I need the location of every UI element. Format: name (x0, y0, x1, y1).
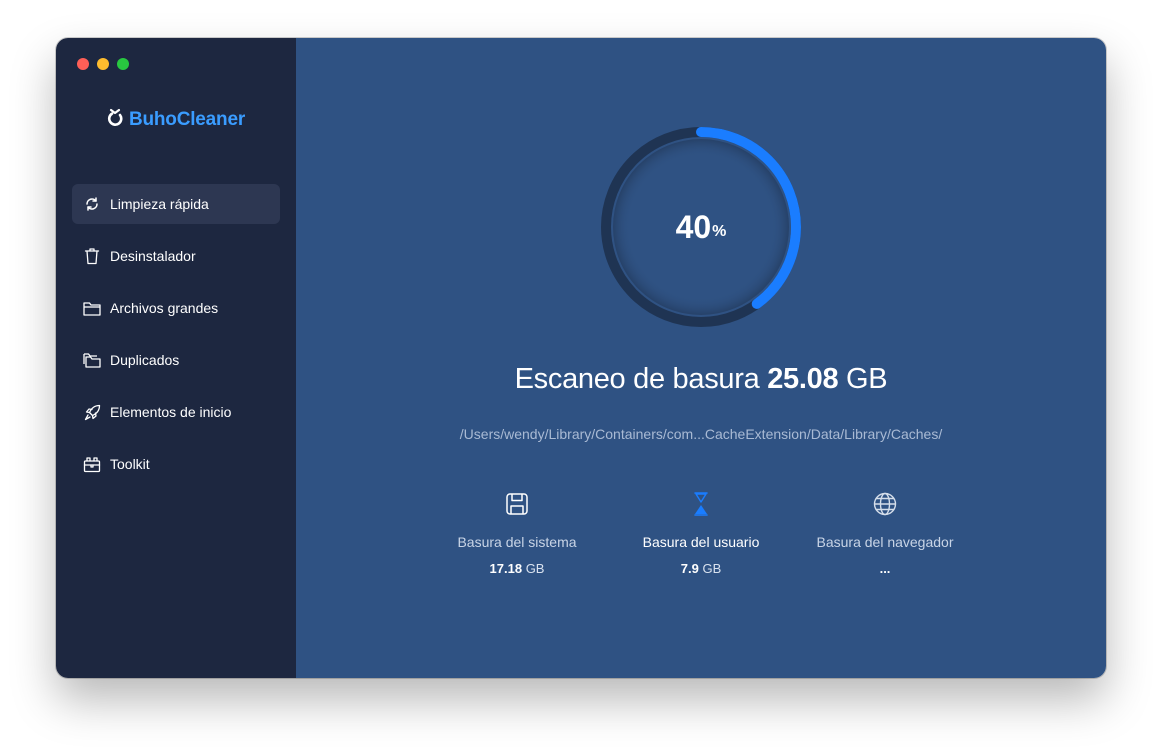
category-size-value: ... (879, 561, 891, 576)
sidebar-item-label: Limpieza rápida (110, 196, 209, 212)
category-size-unit: GB (702, 561, 722, 576)
category-size: 17.18 GB (422, 561, 612, 576)
owl-logo-icon (107, 108, 123, 131)
sidebar-item-label: Toolkit (110, 456, 150, 472)
sidebar-item-toolkit[interactable]: Toolkit (72, 444, 280, 484)
scan-size-unit: GB (846, 363, 888, 395)
app-window: BuhoCleaner Limpieza rápida Desinstalado… (56, 38, 1106, 678)
scan-progress-ring: 40 % (601, 127, 801, 327)
main-panel: 40 % Escaneo de basura 25.08 GB /Users/w… (296, 38, 1106, 678)
category-size-unit: GB (525, 561, 545, 576)
sidebar-nav: Limpieza rápida Desinstalador Archivos g… (72, 184, 280, 496)
sidebar-item-label: Elementos de inicio (110, 404, 232, 420)
category-size: 7.9 GB (606, 561, 796, 576)
maximize-window-button[interactable] (117, 58, 129, 70)
sidebar: BuhoCleaner Limpieza rápida Desinstalado… (56, 38, 296, 678)
sidebar-item-label: Duplicados (110, 352, 180, 368)
sidebar-item-label: Archivos grandes (110, 300, 219, 316)
sidebar-item-desinstalador[interactable]: Desinstalador (72, 236, 280, 276)
hourglass-icon (606, 490, 796, 518)
category-label: Basura del sistema (457, 534, 577, 550)
brand-logo: BuhoCleaner (56, 108, 296, 131)
category-size-value: 7.9 (680, 561, 699, 576)
floppy-disk-icon (422, 490, 612, 518)
sidebar-item-archivos-grandes[interactable]: Archivos grandes (72, 288, 280, 328)
toolkit-icon (83, 455, 101, 473)
scan-size-value: 25.08 (767, 363, 839, 395)
folder-icon (83, 299, 101, 317)
category-label: Basura del navegador (816, 534, 954, 550)
scan-current-path: /Users/wendy/Library/Containers/com...Ca… (459, 426, 943, 442)
progress-percent: 40 % (601, 127, 801, 327)
sidebar-item-limpieza-rapida[interactable]: Limpieza rápida (72, 184, 280, 224)
sidebar-item-duplicados[interactable]: Duplicados (72, 340, 280, 380)
globe-icon (790, 490, 980, 518)
junk-categories: Basura del sistema 17.18 GB Basura del u… (296, 490, 1106, 590)
scan-headline: Escaneo de basura 25.08 GB (296, 363, 1106, 396)
category-size: ... (790, 561, 980, 576)
category-label: Basura del usuario (642, 534, 760, 550)
sidebar-item-elementos-de-inicio[interactable]: Elementos de inicio (72, 392, 280, 432)
trash-icon (83, 247, 101, 265)
refresh-icon (83, 195, 101, 213)
scan-title: Escaneo de basura (514, 363, 760, 395)
category-user-junk[interactable]: Basura del usuario 7.9 GB (606, 490, 796, 576)
rocket-icon (83, 403, 101, 421)
category-system-junk[interactable]: Basura del sistema 17.18 GB (422, 490, 612, 576)
category-browser-junk[interactable]: Basura del navegador ... (790, 490, 980, 576)
window-controls (77, 58, 129, 70)
category-size-value: 17.18 (489, 561, 523, 576)
brand-name: BuhoCleaner (128, 108, 246, 130)
progress-symbol: % (712, 223, 727, 240)
duplicate-folder-icon (83, 351, 101, 369)
progress-value: 40 (675, 208, 712, 245)
close-window-button[interactable] (77, 58, 89, 70)
minimize-window-button[interactable] (97, 58, 109, 70)
sidebar-item-label: Desinstalador (110, 248, 196, 264)
